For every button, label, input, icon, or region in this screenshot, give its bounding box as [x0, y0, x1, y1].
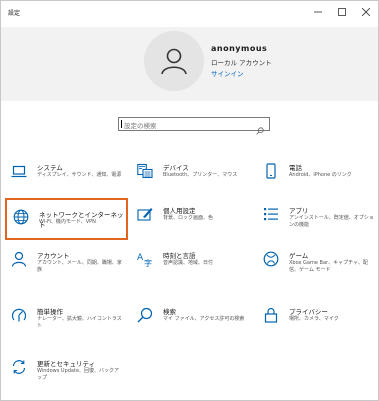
- phone-icon: [263, 163, 279, 179]
- tile-description: アンインストール、既定値、オプションの機能: [289, 215, 374, 228]
- tile-accounts[interactable]: アカウント アカウント、メール、同期、職場、家族: [5, 245, 125, 285]
- tile-time-language[interactable]: A字 時刻と言語 音声認識、地域、日付: [131, 245, 251, 285]
- tile-description: Wi-Fi、機内モード、VPN: [39, 219, 96, 225]
- language-icon: A字: [137, 251, 153, 267]
- signin-link[interactable]: サインイン: [211, 68, 244, 78]
- tile-apps[interactable]: アプリ アンインストール、既定値、オプションの機能: [257, 200, 377, 240]
- tile-description: マイ ファイル、アクセス許可の検索: [163, 316, 245, 322]
- tile-title: システム: [37, 164, 63, 172]
- maximize-icon: [338, 8, 346, 16]
- text-caret: [121, 120, 122, 128]
- tile-title: 電話: [289, 164, 302, 172]
- tile-system[interactable]: システム ディスプレイ、サウンド、通知、電源: [5, 157, 125, 197]
- tile-title: 簡単操作: [37, 308, 63, 316]
- tile-devices[interactable]: デバイス Bluetooth、プリンター、マウス: [131, 157, 251, 197]
- globe-icon: [13, 209, 29, 225]
- close-icon: [362, 8, 370, 16]
- tile-title: 検索: [163, 308, 176, 316]
- xbox-icon: [263, 251, 279, 267]
- tile-title: 時刻と言語: [163, 252, 196, 260]
- minimize-button[interactable]: [306, 1, 330, 23]
- tile-description: ディスプレイ、サウンド、通知、電源: [37, 172, 122, 178]
- account-header: anonymous ローカル アカウント サインイン: [1, 27, 378, 101]
- paintbrush-icon: [137, 206, 153, 222]
- account-name: anonymous: [211, 44, 268, 53]
- tile-description: Android、iPhone のリンク: [289, 172, 352, 178]
- tile-description: Bluetooth、プリンター、マウス: [163, 172, 238, 178]
- tile-gaming[interactable]: ゲーム Xbox Game Bar、キャプチャ、配信、ゲーム モード: [257, 245, 377, 285]
- tile-search[interactable]: 検索 マイ ファイル、アクセス許可の検索: [131, 301, 251, 341]
- search-icon: [137, 307, 153, 323]
- maximize-button[interactable]: [330, 1, 354, 23]
- tile-ease-of-access[interactable]: 簡単操作 ナレーター、拡大鏡、ハイコントラスト: [5, 301, 125, 341]
- close-button[interactable]: [354, 1, 378, 23]
- tile-description: Xbox Game Bar、キャプチャ、配信、ゲーム モード: [289, 260, 368, 273]
- search-placeholder: 設定の検索: [124, 122, 157, 130]
- tile-privacy[interactable]: プライバシー 場所、カメラ、マイク: [257, 301, 377, 341]
- tile-network-internet[interactable]: ネットワークとインターネット Wi-Fi、機内モード、VPN: [5, 198, 128, 240]
- apps-list-icon: [263, 206, 279, 222]
- tile-description: Windows Update、回復、バックアップ: [37, 368, 120, 381]
- svg-text:A: A: [137, 253, 144, 263]
- tile-title: デバイス: [163, 164, 189, 172]
- app-title: 設定: [8, 10, 21, 17]
- tile-title: 個人用設定: [163, 207, 196, 215]
- sync-icon: [11, 359, 27, 375]
- tile-title: 更新とセキュリティ: [37, 360, 96, 368]
- lock-icon: [263, 307, 279, 323]
- tile-phone[interactable]: 電話 Android、iPhone のリンク: [257, 157, 377, 197]
- tile-title: アプリ: [289, 207, 309, 215]
- person-icon: [11, 251, 27, 267]
- tile-title: プライバシー: [289, 308, 328, 316]
- tile-update-security[interactable]: 更新とセキュリティ Windows Update、回復、バックアップ: [5, 353, 125, 393]
- minimize-icon: [314, 11, 322, 13]
- accessibility-icon: [11, 307, 27, 323]
- keyboard-icon: [137, 163, 153, 179]
- tile-description: ナレーター、拡大鏡、ハイコントラスト: [37, 316, 122, 329]
- laptop-icon: [11, 163, 27, 179]
- account-type: ローカル アカウント: [211, 59, 272, 67]
- search-box[interactable]: 設定の検索: [118, 117, 270, 135]
- settings-window: 設定 anonymous ローカル アカウント サインイン 設定の検索 システム…: [0, 0, 379, 401]
- tile-personalization[interactable]: 個人用設定 背景、ロック画面、色: [131, 200, 251, 240]
- tile-description: 場所、カメラ、マイク: [289, 316, 339, 322]
- title-bar: 設定: [1, 1, 378, 27]
- tile-description: 背景、ロック画面、色: [163, 215, 214, 221]
- tile-description: アカウント、メール、同期、職場、家族: [37, 260, 122, 273]
- tile-description: 音声認識、地域、日付: [163, 260, 214, 266]
- tile-title: アカウント: [37, 252, 70, 260]
- search-icon: [256, 120, 264, 139]
- window-controls: [306, 1, 378, 23]
- avatar[interactable]: [144, 31, 204, 91]
- tile-title: ゲーム: [289, 252, 309, 260]
- user-avatar-icon: [161, 48, 187, 75]
- svg-text:字: 字: [144, 258, 152, 267]
